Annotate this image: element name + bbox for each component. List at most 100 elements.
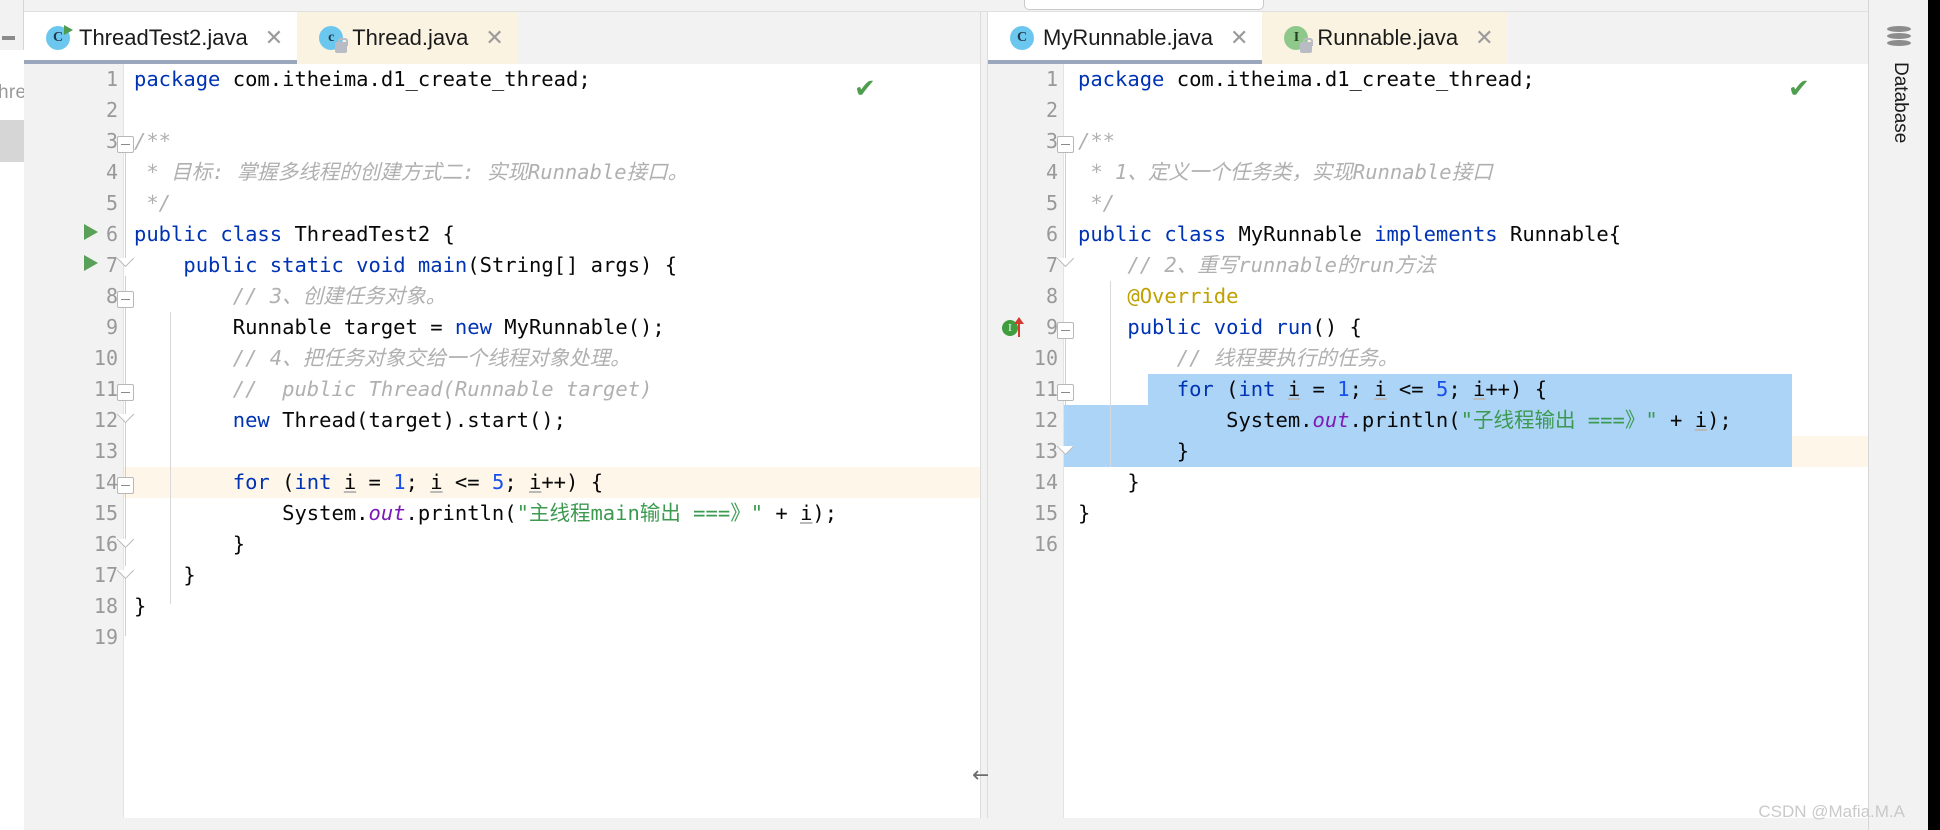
line-number: 17 [93, 563, 118, 587]
line-text: package com.itheima.d1_create_thread; [134, 67, 591, 91]
code-line[interactable]: 7 public static void main(String[] args)… [24, 250, 984, 281]
line-text: // 线程要执行的任务。 [1078, 346, 1399, 370]
code-line[interactable]: 6 public class MyRunnable implements Runn… [988, 219, 1868, 250]
code-line[interactable]: 15} [988, 498, 1868, 529]
code-line[interactable]: 10 // 线程要执行的任务。 [988, 343, 1868, 374]
code-line[interactable]: 2 [988, 95, 1868, 126]
line-text: } [1078, 501, 1091, 525]
editor-splitter[interactable] [980, 12, 988, 830]
code-line[interactable]: 5 */ [988, 188, 1868, 219]
right-editor-tabbar: C MyRunnable.java ✕ I Runnable.java ✕ [988, 12, 1868, 64]
code-line[interactable]: 16 } [24, 529, 984, 560]
line-number: 7 [1045, 253, 1058, 277]
code-line[interactable]: 15 System.out.println("主线程main输出 ===》" +… [24, 498, 984, 529]
sidebar-selected-block[interactable] [0, 120, 24, 162]
line-text: // 2、重写runnable的run方法 [1078, 253, 1436, 277]
code-line[interactable]: 9 public void run() { [988, 312, 1868, 343]
right-tool-window-bar: Database [1868, 0, 1928, 830]
ide-window: hre C ThreadTest2.java ✕ c Thread.java ✕ [0, 0, 1940, 830]
line-text: // 4、把任务对象交给一个线程对象处理。 [134, 346, 631, 370]
line-text: // public Thread(Runnable target) [134, 377, 653, 401]
line-text: /** [1078, 129, 1116, 153]
code-line[interactable]: 8 // 3、创建任务对象。 [24, 281, 984, 312]
code-line[interactable]: 1 package com.itheima.d1_create_thread; [988, 64, 1868, 95]
code-line[interactable]: 7 // 2、重写runnable的run方法 [988, 250, 1868, 281]
code-line[interactable]: 8 @Override [988, 281, 1868, 312]
java-interface-readonly-icon: I [1284, 26, 1314, 53]
line-text: package com.itheima.d1_create_thread; [1078, 67, 1535, 91]
line-number: 4 [105, 160, 118, 184]
line-text: new Thread(target).start(); [232, 408, 566, 432]
code-line[interactable]: 3 /** [988, 126, 1868, 157]
code-line[interactable]: 18} [24, 591, 984, 622]
watermark: CSDN @Mafia.M.A [1758, 802, 1905, 821]
line-text: public class MyRunnable implements Runna… [1078, 222, 1622, 246]
line-number: 6 [1045, 222, 1058, 246]
line-number: 14 [1033, 470, 1058, 494]
line-text: System.out.println("子线程输出 ===》" + i); [1078, 408, 1732, 432]
tab-myrunnable-java[interactable]: C MyRunnable.java ✕ [988, 12, 1263, 64]
database-icon [1887, 26, 1911, 48]
tab-runnable-java[interactable]: I Runnable.java ✕ [1262, 12, 1508, 64]
code-line[interactable]: 9 Runnable target = new MyRunnable(); [24, 312, 984, 343]
screen-edge-filler [1928, 0, 1940, 830]
line-number: 2 [1045, 98, 1058, 122]
line-number: 12 [1033, 408, 1058, 432]
sidebar-strip [0, 50, 24, 830]
line-text: } [1078, 470, 1140, 494]
code-line[interactable]: 2 [24, 95, 984, 126]
line-number: 13 [93, 439, 118, 463]
left-code-area[interactable]: ✔ 1 package com.itheima.d1_create_thread;… [24, 64, 984, 830]
line-number: 15 [1033, 501, 1058, 525]
code-line[interactable]: 1 package com.itheima.d1_create_thread; [24, 64, 984, 95]
line-number: 5 [105, 191, 118, 215]
line-number: 15 [93, 501, 118, 525]
line-text: } [134, 563, 196, 587]
code-line[interactable]: 4 * 目标: 掌握多线程的创建方式二: 实现Runnable接口。 [24, 157, 984, 188]
close-icon[interactable]: ✕ [1475, 27, 1493, 49]
search-pill[interactable] [1024, 0, 1264, 10]
line-number: 4 [1045, 160, 1058, 184]
code-line[interactable]: 13 } [988, 436, 1868, 467]
tool-window-database[interactable]: Database [1889, 62, 1911, 143]
close-icon[interactable]: ✕ [485, 27, 503, 49]
code-line[interactable]: 14 } [988, 467, 1868, 498]
close-icon[interactable]: ✕ [265, 27, 283, 49]
code-line[interactable]: 11 for (int i = 1; i <= 5; i++) { [988, 374, 1868, 405]
code-line[interactable]: 12 new Thread(target).start(); [24, 405, 984, 436]
close-icon[interactable]: ✕ [1230, 27, 1248, 49]
left-code-lines: 1 package com.itheima.d1_create_thread; 2… [24, 64, 984, 830]
line-number: 9 [1045, 315, 1058, 339]
code-line[interactable]: 16 [988, 529, 1868, 560]
code-line[interactable]: 6 public class ThreadTest2 { [24, 219, 984, 250]
line-text: Runnable target = new MyRunnable(); [134, 315, 665, 339]
right-code-area[interactable]: I ✔ 1 package com.itheima.d1_create_threa… [988, 64, 1868, 830]
line-number: 1 [105, 67, 118, 91]
tab-thread-java[interactable]: c Thread.java ✕ [297, 12, 518, 64]
line-text: */ [134, 191, 172, 215]
code-line[interactable]: 19 [24, 622, 984, 653]
code-line[interactable]: 14 for (int i = 1; i <= 5; i++) { [24, 467, 984, 498]
line-number: 13 [1033, 439, 1058, 463]
code-line[interactable]: 13 [24, 436, 984, 467]
code-line[interactable]: 17 } [24, 560, 984, 591]
line-text: public static void main(String[] args) { [183, 253, 678, 277]
left-editor-tabbar: C ThreadTest2.java ✕ c Thread.java ✕ [24, 12, 984, 64]
line-text: } [1078, 439, 1190, 463]
right-code-lines: 1 package com.itheima.d1_create_thread; 2… [988, 64, 1868, 830]
tab-threadtest2-java[interactable]: C ThreadTest2.java ✕ [24, 12, 298, 64]
code-line[interactable]: 4 * 1、定义一个任务类，实现Runnable接口 [988, 157, 1868, 188]
code-line[interactable]: 3 /** [24, 126, 984, 157]
line-number: 8 [105, 284, 118, 308]
code-line[interactable]: 10 // 4、把任务对象交给一个线程对象处理。 [24, 343, 984, 374]
line-text: @Override [1127, 284, 1239, 308]
line-text: */ [1078, 191, 1116, 215]
code-line[interactable]: 12 System.out.println("子线程输出 ===》" + i); [988, 405, 1868, 436]
code-line[interactable]: 5 */ [24, 188, 984, 219]
line-text: * 目标: 掌握多线程的创建方式二: 实现Runnable接口。 [134, 160, 689, 184]
line-text: public class ThreadTest2 { [134, 222, 455, 246]
top-strip [24, 0, 1880, 12]
code-line[interactable]: 11 // public Thread(Runnable target) [24, 374, 984, 405]
right-editor-pane: C MyRunnable.java ✕ I Runnable.java ✕ I … [988, 12, 1868, 830]
collapse-dash-icon [2, 36, 15, 40]
